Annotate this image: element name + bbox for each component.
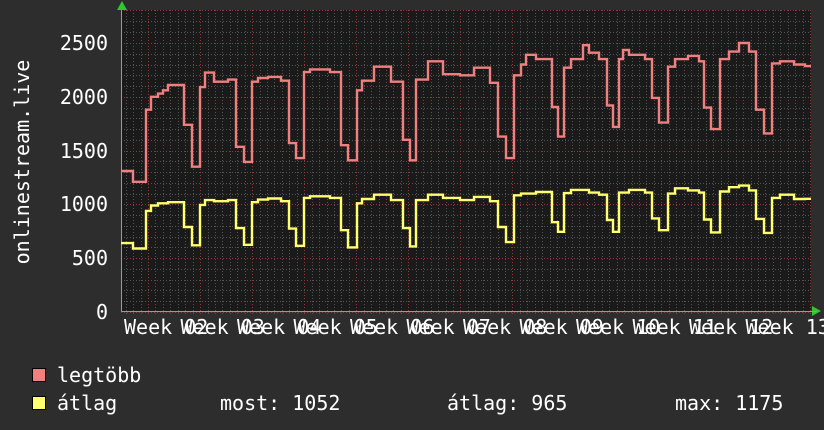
y-axis-title: onlinestream.live xyxy=(10,59,34,265)
y-tick-1000: 1000 xyxy=(59,192,108,217)
stat-max: max: 1175 xyxy=(675,391,784,415)
legend-label-max: legtöbb xyxy=(57,363,142,387)
y-axis-arrow-icon xyxy=(117,1,127,10)
chart-plot-area xyxy=(121,10,817,316)
legend-swatch-avg xyxy=(32,396,46,410)
legend-label-avg: átlag xyxy=(57,391,118,415)
y-tick-1500: 1500 xyxy=(59,138,108,163)
legend-swatch-max xyxy=(32,368,46,382)
series-max-line xyxy=(121,41,811,183)
stat-atlag: átlag: 965 xyxy=(447,391,568,415)
y-tick-2000: 2000 xyxy=(59,84,108,109)
chart-svg xyxy=(121,10,817,316)
stat-most: most: 1052 xyxy=(220,391,341,415)
x-tick-13: Week 13 xyxy=(745,315,824,339)
series-avg-line xyxy=(121,184,811,250)
y-tick-500: 500 xyxy=(71,246,108,271)
y-tick-0: 0 xyxy=(95,300,108,324)
y-tick-2500: 2500 xyxy=(59,31,108,55)
